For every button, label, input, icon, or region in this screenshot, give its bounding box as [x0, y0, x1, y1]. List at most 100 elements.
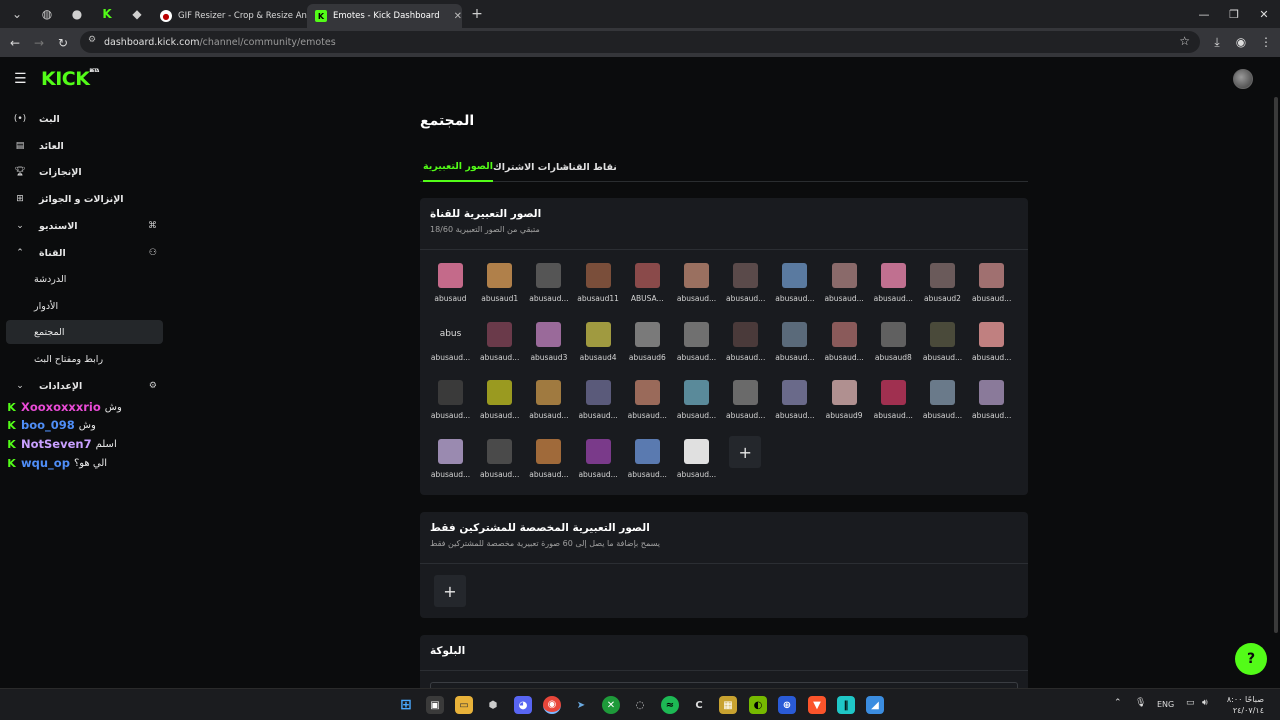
- emote-tile[interactable]: abusaud...: [426, 439, 475, 495]
- emote-tile[interactable]: abusaud...: [869, 263, 918, 319]
- browser-tab-emotes[interactable]: K Emotes - Kick Dashboard ✕: [307, 4, 462, 28]
- emote-tile[interactable]: abusaud...: [820, 321, 869, 378]
- spotify-icon[interactable]: ≈: [661, 696, 679, 714]
- emote-tile[interactable]: ABUSA...: [623, 263, 672, 319]
- emote-tile[interactable]: abusaud...: [770, 321, 819, 378]
- emote-tile[interactable]: abusaud...: [721, 380, 770, 436]
- new-tab-button[interactable]: +: [462, 0, 492, 28]
- pinned-tab-2[interactable]: ●: [62, 0, 92, 28]
- back-button[interactable]: ←: [3, 31, 27, 55]
- downloads-icon[interactable]: ⤓: [1205, 30, 1229, 54]
- emote-tile[interactable]: abusaud...: [967, 380, 1016, 436]
- language-indicator[interactable]: ENG: [1157, 700, 1174, 709]
- nvidia-icon[interactable]: ◐: [749, 696, 767, 714]
- emote-tile[interactable]: abusaud...: [820, 263, 869, 319]
- tray-overflow-icon[interactable]: ⌃: [1114, 698, 1122, 708]
- sidebar-item-channel[interactable]: ⌃ القناة ⚇: [6, 241, 163, 265]
- emote-tile[interactable]: abusaud6: [623, 321, 672, 378]
- emote-tile[interactable]: abusaud...: [574, 380, 623, 436]
- app-icon[interactable]: ◌: [631, 696, 649, 714]
- sidebar-item-roles[interactable]: الأدوار: [6, 294, 163, 318]
- tab-list-button[interactable]: ⌄: [2, 0, 32, 28]
- emote-tile[interactable]: abusaud...: [721, 321, 770, 378]
- browser-menu-icon[interactable]: ⋮: [1254, 30, 1278, 54]
- sidebar-item-community[interactable]: المجتمع: [6, 320, 163, 344]
- app-icon[interactable]: ⊕: [778, 696, 796, 714]
- emote-tile[interactable]: abusaud...: [770, 263, 819, 319]
- emote-tile[interactable]: abusaud...: [574, 439, 623, 495]
- forward-button[interactable]: →: [27, 31, 51, 55]
- emote-tile[interactable]: abusaud2: [918, 263, 967, 319]
- xbox-icon[interactable]: ✕: [602, 696, 620, 714]
- reload-button[interactable]: ↻: [51, 31, 75, 55]
- kick-logo[interactable]: KICKBETA: [41, 68, 99, 90]
- windows-start-icon[interactable]: ⊞: [397, 696, 415, 714]
- close-window-button[interactable]: ✕: [1248, 0, 1280, 28]
- help-support-button[interactable]: ?: [1235, 643, 1267, 675]
- app-icon[interactable]: ▦: [719, 696, 737, 714]
- pinned-tab-1[interactable]: ◍: [32, 0, 62, 28]
- user-avatar[interactable]: [1233, 69, 1253, 89]
- app-icon[interactable]: ◢: [866, 696, 884, 714]
- tab-emotes[interactable]: الصور التعبيرية: [423, 153, 493, 182]
- emote-tile[interactable]: abus abusaud...: [426, 322, 475, 378]
- close-tab-icon[interactable]: ✕: [446, 11, 462, 22]
- emote-tile[interactable]: abusaud4: [574, 321, 623, 378]
- emote-tile[interactable]: abusaud3: [524, 321, 573, 378]
- site-info-icon[interactable]: ⚙: [88, 35, 96, 45]
- emote-tile[interactable]: abusaud...: [672, 380, 721, 436]
- app-icon[interactable]: ⬢: [484, 696, 502, 714]
- sidebar-item-settings[interactable]: ⌄ الإعدادات ⚙: [6, 374, 163, 398]
- clock[interactable]: صباحًا ٨:٠٠ ٢٤/٠٧/١٤: [1222, 694, 1264, 716]
- emote-tile[interactable]: abusaud...: [967, 263, 1016, 319]
- address-bar[interactable]: ⚙ dashboard.kick.com/channel/community/e…: [80, 31, 1200, 53]
- tab-channel-points[interactable]: نقاط القناة: [563, 153, 617, 182]
- emote-tile[interactable]: abusaud...: [475, 380, 524, 436]
- emote-tile[interactable]: abusaud1: [475, 263, 524, 319]
- discord-icon[interactable]: ◕: [514, 696, 532, 714]
- emote-tile[interactable]: abusaud...: [918, 321, 967, 378]
- emote-tile[interactable]: abusaud...: [524, 380, 573, 436]
- sidebar-item-chat[interactable]: الدردشة: [6, 267, 163, 291]
- browser-tab-gif-resizer[interactable]: ● GIF Resizer - Crop & Resize Ani ✕: [152, 4, 307, 28]
- tab-subscriber-badges[interactable]: شارات الاشتراك: [493, 153, 569, 182]
- volume-icon[interactable]: 🔊︎: [1202, 698, 1208, 708]
- pinned-tab-4[interactable]: ◆: [122, 0, 152, 28]
- add-emote-button[interactable]: +: [729, 436, 762, 469]
- emote-tile[interactable]: abusaud...: [918, 380, 967, 436]
- emote-tile[interactable]: abusaud...: [623, 439, 672, 495]
- add-subscriber-emote-button[interactable]: +: [434, 575, 466, 607]
- sidebar-item-studio[interactable]: ⌄ الاستديو ⌘: [6, 214, 163, 238]
- emote-tile[interactable]: abusaud...: [426, 380, 475, 436]
- app-icon[interactable]: C: [690, 696, 708, 714]
- network-icon[interactable]: ▭: [1186, 698, 1195, 708]
- emote-tile[interactable]: abusaud...: [672, 439, 721, 495]
- sidebar-item-stream-key[interactable]: رابط ومفتاح البث: [6, 347, 163, 371]
- emote-tile[interactable]: abusaud...: [672, 321, 721, 378]
- minimize-window-button[interactable]: —: [1188, 0, 1220, 28]
- menu-toggle-icon[interactable]: ☰: [14, 71, 27, 87]
- emote-tile[interactable]: abusaud...: [475, 439, 524, 495]
- emote-tile[interactable]: abusaud8: [869, 321, 918, 378]
- emote-tile[interactable]: abusaud...: [524, 439, 573, 495]
- pinned-tab-kick[interactable]: K: [92, 0, 122, 28]
- emote-tile[interactable]: abusaud9: [820, 380, 869, 436]
- emote-tile[interactable]: abusaud...: [475, 321, 524, 378]
- restore-window-button[interactable]: ❐: [1218, 0, 1250, 28]
- brave-icon[interactable]: ▼: [808, 696, 826, 714]
- microphone-icon[interactable]: 🎙︎: [1135, 698, 1146, 708]
- profile-icon[interactable]: ◉: [1229, 30, 1253, 54]
- emote-tile[interactable]: abusaud...: [721, 263, 770, 319]
- sidebar-item-drops[interactable]: ⊞ الإنزالات و الجوائز: [6, 187, 163, 211]
- page-scrollbar[interactable]: [1274, 97, 1278, 633]
- audio-app-icon[interactable]: ‖: [837, 696, 855, 714]
- emote-tile[interactable]: abusaud...: [524, 263, 573, 319]
- sidebar-item-achievements[interactable]: 🏆︎ الإنجازات: [6, 160, 163, 184]
- sidebar-item-stream[interactable]: (•) البث: [6, 107, 163, 131]
- emote-tile[interactable]: abusaud11: [574, 263, 623, 319]
- emote-tile[interactable]: abusaud...: [770, 380, 819, 436]
- emote-tile[interactable]: abusaud...: [672, 263, 721, 319]
- file-explorer-icon[interactable]: ▭: [455, 696, 473, 714]
- steam-icon[interactable]: ➤: [572, 696, 590, 714]
- emote-tile[interactable]: abusaud...: [623, 380, 672, 436]
